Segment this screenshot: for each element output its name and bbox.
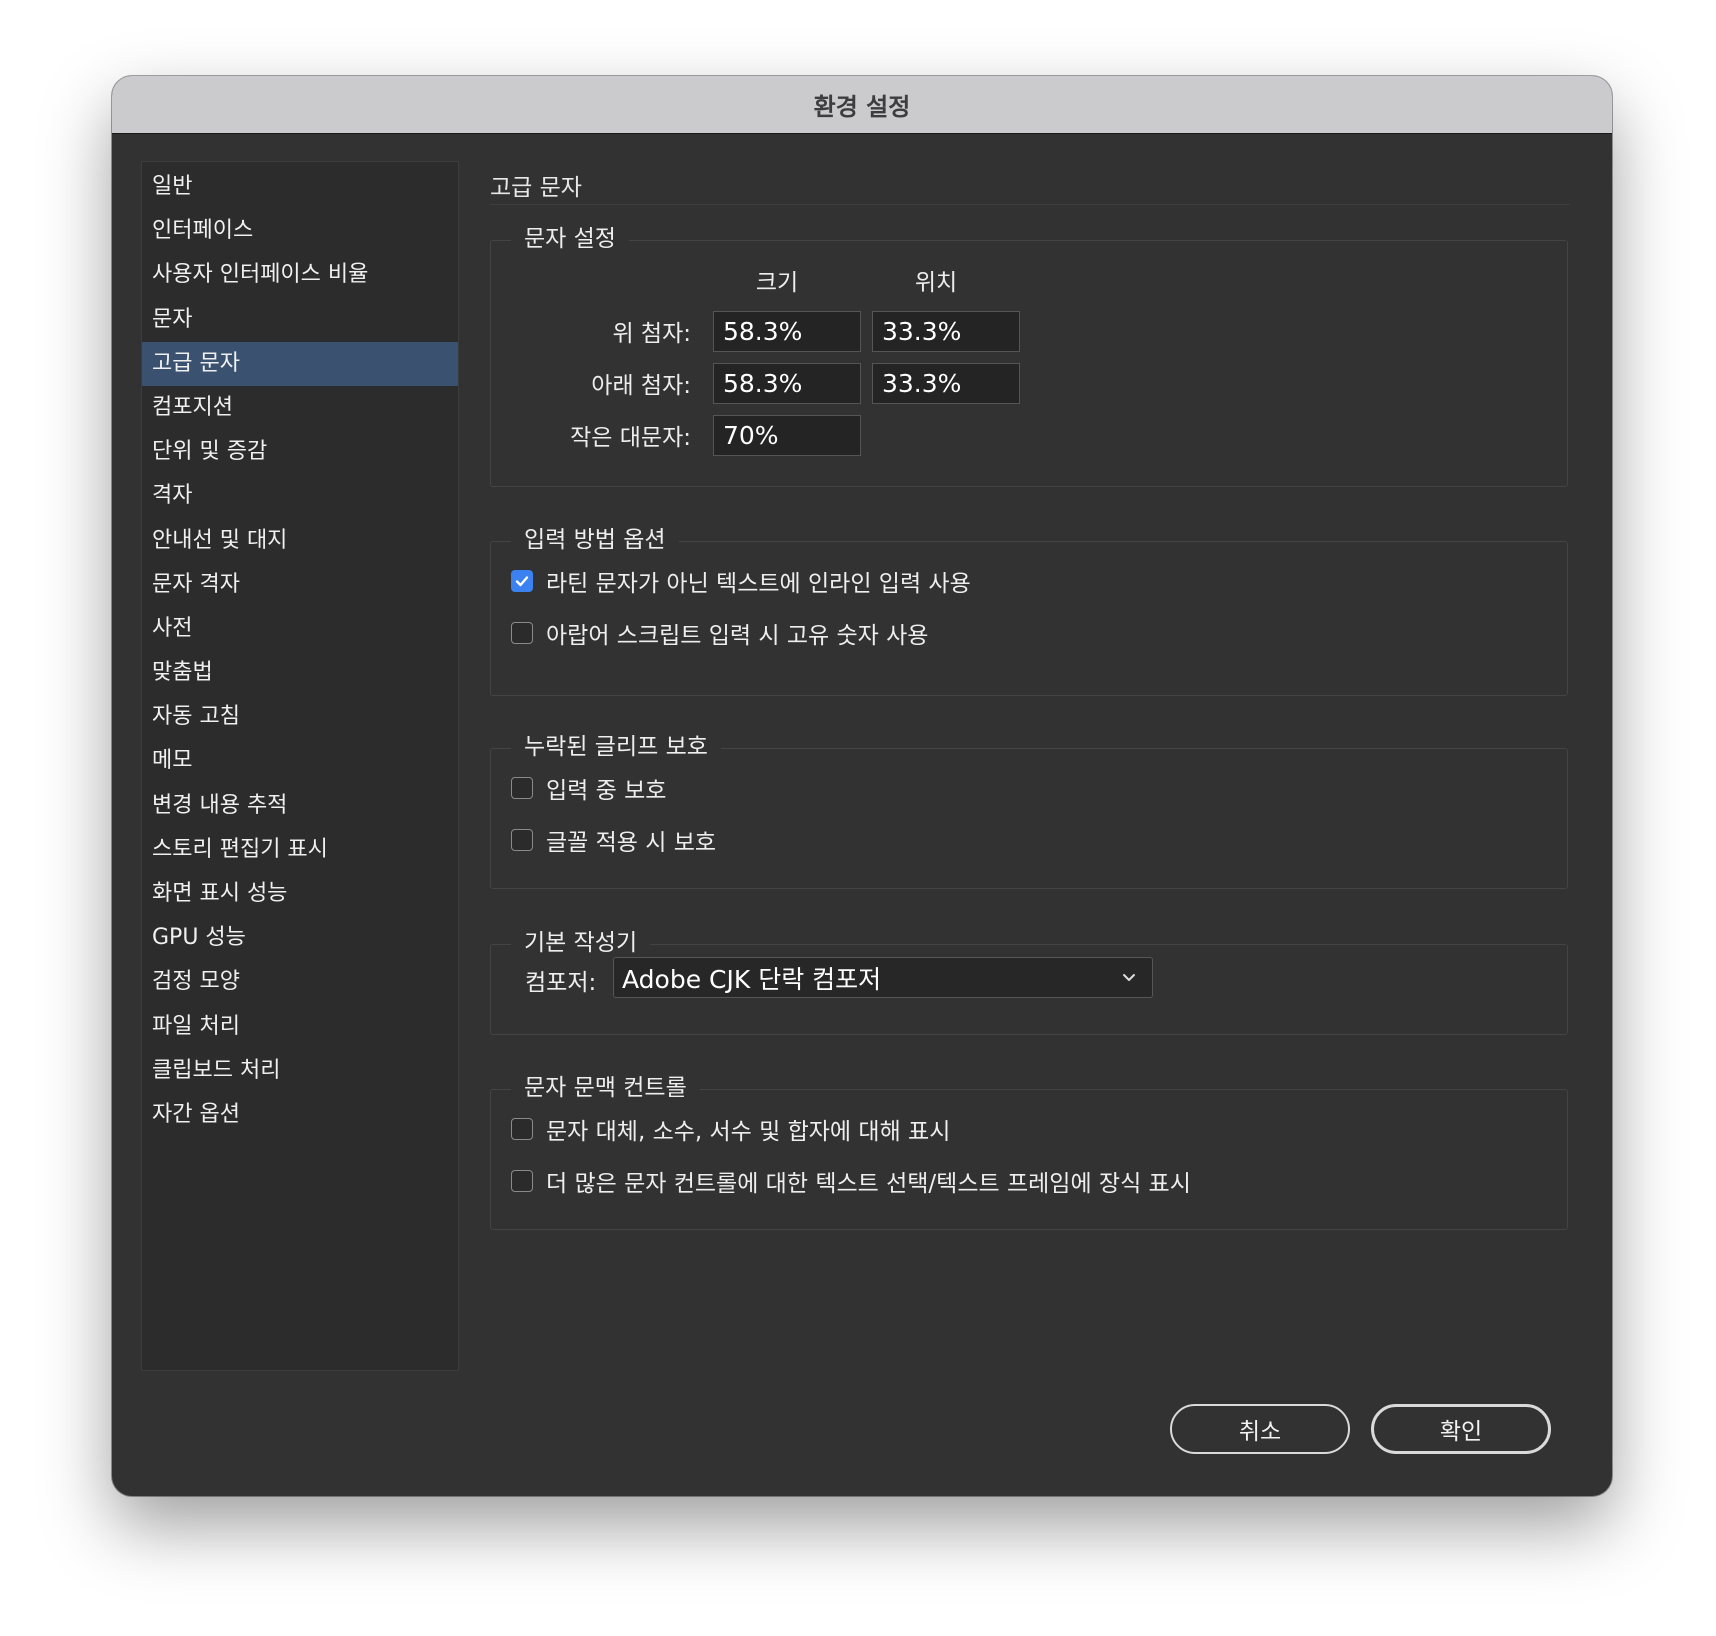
sidebar-item-units-increments[interactable]: 단위 및 증감: [142, 430, 458, 474]
missing-glyph-legend: 누락된 글리프 보호: [511, 729, 721, 765]
composer-select[interactable]: Adobe CJK 단락 컴포저: [613, 957, 1153, 998]
subscript-label: 아래 첨자:: [591, 373, 691, 399]
sidebar-item-spelling[interactable]: 맞춤법: [142, 651, 458, 695]
sidebar-item-general[interactable]: 일반: [142, 165, 458, 209]
sidebar-item-advanced-type[interactable]: 고급 문자: [142, 341, 458, 386]
show-adornment-option[interactable]: 더 많은 문자 컨트롤에 대한 텍스트 선택/텍스트 프레임에 장식 표시: [511, 1164, 1191, 1198]
composer-label: 컴포저:: [525, 970, 597, 996]
sidebar-item-grids[interactable]: 격자: [142, 474, 458, 518]
superscript-label: 위 첨자:: [612, 321, 691, 347]
title-divider: [490, 204, 1570, 205]
sidebar-item-file-handling[interactable]: 파일 처리: [142, 1005, 458, 1049]
native-digits-label: 아랍어 스크립트 입력 시 고유 숫자 사용: [546, 623, 929, 649]
inline-input-checkbox[interactable]: [511, 570, 533, 592]
sidebar-item-story-editor-display[interactable]: 스토리 편집기 표시: [142, 828, 458, 872]
title-bar[interactable]: 환경 설정: [112, 76, 1612, 134]
protect-while-typing-checkbox[interactable]: [511, 777, 533, 799]
column-header-position: 위치: [914, 270, 958, 296]
window-title: 환경 설정: [813, 93, 911, 121]
sidebar-item-autocorrect[interactable]: 자동 고침: [142, 695, 458, 739]
sidebar-item-interface[interactable]: 인터페이스: [142, 209, 458, 253]
sidebar-item-clipboard-handling[interactable]: 클립보드 처리: [142, 1049, 458, 1093]
sidebar-item-gpu-performance[interactable]: GPU 성능: [142, 916, 458, 960]
protect-font-applied-option[interactable]: 글꼴 적용 시 보호: [511, 823, 716, 857]
protect-while-typing-option[interactable]: 입력 중 보호: [511, 771, 666, 805]
protect-font-applied-checkbox[interactable]: [511, 829, 533, 851]
inline-input-label: 라틴 문자가 아닌 텍스트에 인라인 입력 사용: [546, 571, 971, 597]
small-caps-label: 작은 대문자:: [570, 425, 691, 451]
sidebar-item-dictionary[interactable]: 사전: [142, 607, 458, 651]
checkmark-icon: [515, 576, 529, 587]
protect-while-typing-label: 입력 중 보호: [546, 778, 667, 804]
input-method-group: 입력 방법 옵션 라틴 문자가 아닌 텍스트에 인라인 입력 사용 아랍어 스크…: [490, 522, 1568, 696]
native-digits-option[interactable]: 아랍어 스크립트 입력 시 고유 숫자 사용: [511, 616, 928, 650]
sidebar-item-display-performance[interactable]: 화면 표시 성능: [142, 872, 458, 916]
sidebar-item-notes[interactable]: 메모: [142, 739, 458, 783]
native-digits-checkbox[interactable]: [511, 622, 533, 644]
character-settings-group: 문자 설정 크기 위치 위 첨자: 58.3% 33.3% 아래 첨자: 58.…: [490, 221, 1568, 487]
sidebar-item-kerning-options[interactable]: 자간 옵션: [142, 1093, 458, 1137]
preferences-window: 환경 설정 일반 인터페이스 사용자 인터페이스 비율 문자 고급 문자 컴포지…: [112, 76, 1612, 1496]
superscript-position-field[interactable]: 33.3%: [872, 311, 1020, 352]
sidebar-item-guides-pasteboard[interactable]: 안내선 및 대지: [142, 519, 458, 563]
cancel-button[interactable]: 취소: [1170, 1404, 1350, 1454]
sidebar-item-frame-grid[interactable]: 문자 격자: [142, 563, 458, 607]
sidebar-item-type[interactable]: 문자: [142, 298, 458, 342]
contextual-controls-group: 문자 문맥 컨트롤 문자 대체, 소수, 서수 및 합자에 대해 표시 더 많은…: [490, 1070, 1568, 1230]
protect-font-applied-label: 글꼴 적용 시 보호: [546, 830, 717, 856]
chevron-down-icon: [1123, 974, 1135, 981]
ok-button[interactable]: 확인: [1371, 1404, 1551, 1454]
sidebar-item-ui-scaling[interactable]: 사용자 인터페이스 비율: [142, 253, 458, 297]
superscript-size-field[interactable]: 58.3%: [713, 311, 861, 352]
sidebar-nav: 일반 인터페이스 사용자 인터페이스 비율 문자 고급 문자 컴포지션 단위 및…: [141, 161, 459, 1371]
subscript-size-field[interactable]: 58.3%: [713, 363, 861, 404]
show-alternates-option[interactable]: 문자 대체, 소수, 서수 및 합자에 대해 표시: [511, 1112, 950, 1146]
contextual-controls-legend: 문자 문맥 컨트롤: [511, 1070, 700, 1106]
subscript-position-field[interactable]: 33.3%: [872, 363, 1020, 404]
show-adornment-checkbox[interactable]: [511, 1170, 533, 1192]
show-adornment-label: 더 많은 문자 컨트롤에 대한 텍스트 선택/텍스트 프레임에 장식 표시: [546, 1171, 1191, 1197]
default-composer-group: 기본 작성기 컴포저: Adobe CJK 단락 컴포저: [490, 925, 1568, 1035]
sidebar-item-track-changes[interactable]: 변경 내용 추적: [142, 784, 458, 828]
input-method-legend: 입력 방법 옵션: [511, 522, 679, 558]
small-caps-size-field[interactable]: 70%: [713, 415, 861, 456]
sidebar-item-appearance-of-black[interactable]: 검정 모양: [142, 960, 458, 1004]
default-composer-legend: 기본 작성기: [511, 925, 651, 961]
column-header-size: 크기: [755, 270, 799, 296]
character-settings-legend: 문자 설정: [511, 221, 629, 257]
show-alternates-label: 문자 대체, 소수, 서수 및 합자에 대해 표시: [546, 1119, 951, 1145]
inline-input-option[interactable]: 라틴 문자가 아닌 텍스트에 인라인 입력 사용: [511, 564, 971, 598]
missing-glyph-protection-group: 누락된 글리프 보호 입력 중 보호 글꼴 적용 시 보호: [490, 729, 1568, 889]
show-alternates-checkbox[interactable]: [511, 1118, 533, 1140]
composer-selected-value: Adobe CJK 단락 컴포저: [622, 964, 882, 994]
sidebar-item-composition[interactable]: 컴포지션: [142, 386, 458, 430]
page-title: 고급 문자: [490, 175, 582, 201]
